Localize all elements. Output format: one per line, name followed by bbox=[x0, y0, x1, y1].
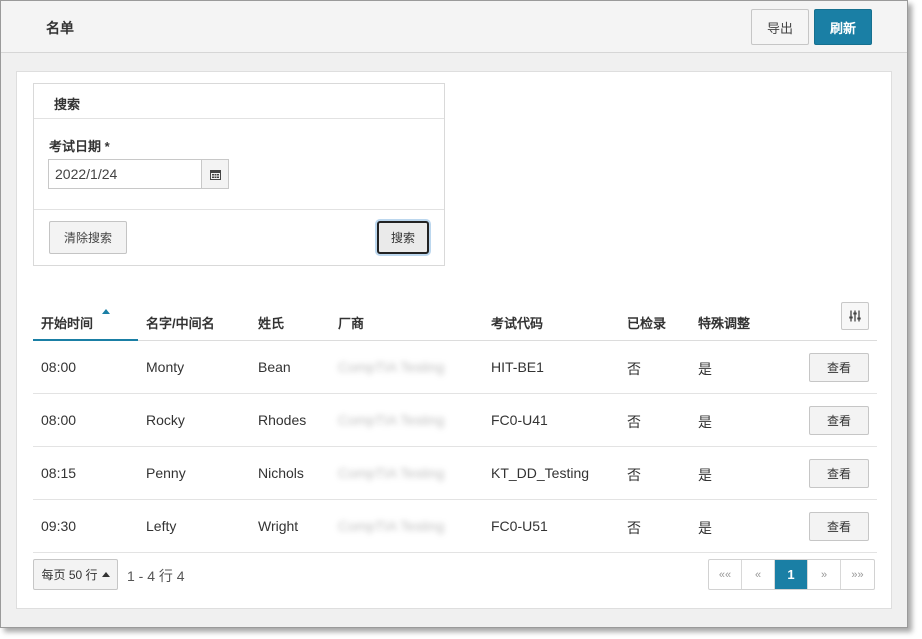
cell-last-name: Wright bbox=[258, 518, 299, 534]
table-row: 08:00 Rocky Rhodes CompTIA Testing FC0-U… bbox=[33, 394, 877, 447]
view-button[interactable]: 查看 bbox=[809, 459, 869, 488]
cell-start-time: 09:30 bbox=[41, 518, 77, 534]
page-size-label: 每页 50 行 bbox=[41, 568, 98, 582]
cell-checked-in: 否 bbox=[627, 467, 641, 483]
cell-accommodation: 是 bbox=[698, 414, 712, 430]
view-button[interactable]: 查看 bbox=[809, 512, 869, 541]
cell-exam-code: KT_DD_Testing bbox=[491, 465, 590, 481]
last-page-button[interactable]: »» bbox=[841, 560, 874, 589]
cell-vendor: CompTIA Testing bbox=[338, 359, 445, 375]
column-header-accommodation[interactable]: 特殊调整 bbox=[698, 313, 750, 332]
cell-start-time: 08:00 bbox=[41, 412, 77, 428]
sort-ascending-icon bbox=[102, 309, 110, 314]
page-header: 名单 导出 刷新 bbox=[1, 1, 907, 53]
search-panel-footer: 清除搜索 搜索 bbox=[34, 209, 444, 265]
next-page-button[interactable]: » bbox=[808, 560, 841, 589]
cell-accommodation: 是 bbox=[698, 361, 712, 377]
table-row: 09:30 Lefty Wright CompTIA Testing FC0-U… bbox=[33, 500, 877, 553]
search-panel-header: 搜索 bbox=[34, 84, 444, 119]
cell-vendor: CompTIA Testing bbox=[338, 465, 445, 481]
page-title: 名单 bbox=[46, 20, 74, 36]
cell-first-name: Rocky bbox=[146, 412, 185, 428]
cell-accommodation: 是 bbox=[698, 467, 712, 483]
cell-last-name: Rhodes bbox=[258, 412, 307, 428]
pagination: «« « 1 » »» bbox=[708, 559, 875, 590]
view-button[interactable]: 查看 bbox=[809, 406, 869, 435]
table-row: 08:00 Monty Bean CompTIA Testing HIT-BE1… bbox=[33, 341, 877, 394]
cell-exam-code: FC0-U51 bbox=[491, 518, 548, 534]
cell-last-name: Bean bbox=[258, 359, 291, 375]
cell-vendor: CompTIA Testing bbox=[338, 412, 445, 428]
cell-vendor: CompTIA Testing bbox=[338, 518, 445, 534]
column-header-last-name[interactable]: 姓氏 bbox=[258, 313, 284, 332]
sliders-icon bbox=[849, 310, 861, 322]
roster-card: 搜索 考试日期 * 清除搜索 搜索 bbox=[16, 71, 892, 609]
column-settings-button[interactable] bbox=[841, 302, 869, 330]
column-header-vendor[interactable]: 厂商 bbox=[338, 313, 364, 332]
column-header-first-name[interactable]: 名字/中间名 bbox=[146, 313, 215, 332]
current-page-button[interactable]: 1 bbox=[775, 560, 808, 589]
export-button[interactable]: 导出 bbox=[751, 9, 809, 45]
prev-page-button[interactable]: « bbox=[742, 560, 775, 589]
view-button[interactable]: 查看 bbox=[809, 353, 869, 382]
cell-start-time: 08:00 bbox=[41, 359, 77, 375]
search-panel: 搜索 考试日期 * 清除搜索 搜索 bbox=[33, 83, 445, 266]
first-page-button[interactable]: «« bbox=[709, 560, 742, 589]
exam-date-input[interactable] bbox=[48, 159, 202, 189]
cell-start-time: 08:15 bbox=[41, 465, 77, 481]
column-header-exam-code[interactable]: 考试代码 bbox=[491, 313, 543, 332]
caret-up-icon bbox=[101, 572, 110, 577]
column-header-start-time[interactable]: 开始时间 bbox=[41, 313, 93, 332]
cell-accommodation: 是 bbox=[698, 520, 712, 536]
cell-last-name: Nichols bbox=[258, 465, 304, 481]
table-header: 开始时间 名字/中间名 姓氏 厂商 考试代码 已检录 特殊调整 bbox=[33, 300, 877, 341]
column-header-checked-in[interactable]: 已检录 bbox=[627, 313, 666, 332]
cell-checked-in: 否 bbox=[627, 361, 641, 377]
page-size-select[interactable]: 每页 50 行 bbox=[33, 559, 118, 590]
cell-checked-in: 否 bbox=[627, 414, 641, 430]
cell-first-name: Monty bbox=[146, 359, 185, 375]
refresh-button[interactable]: 刷新 bbox=[814, 9, 872, 45]
app-window: 名单 导出 刷新 搜索 考试日期 * 2022/1/24 清除搜索 搜索 开始时… bbox=[0, 0, 908, 628]
cell-first-name: Lefty bbox=[146, 518, 177, 534]
cell-exam-code: HIT-BE1 bbox=[491, 359, 544, 375]
exam-date-label: 考试日期 * bbox=[49, 139, 110, 154]
clear-search-button[interactable]: 清除搜索 bbox=[49, 221, 127, 254]
calendar-icon bbox=[209, 169, 221, 180]
calendar-button[interactable] bbox=[201, 159, 229, 189]
search-panel-title: 搜索 bbox=[54, 97, 81, 112]
search-button[interactable]: 搜索 bbox=[377, 221, 429, 254]
table-row: 08:15 Penny Nichols CompTIA Testing KT_D… bbox=[33, 447, 877, 500]
cell-first-name: Penny bbox=[146, 465, 186, 481]
cell-checked-in: 否 bbox=[627, 520, 641, 536]
row-count: 1 - 4 行 4 bbox=[127, 568, 185, 584]
cell-exam-code: FC0-U41 bbox=[491, 412, 548, 428]
